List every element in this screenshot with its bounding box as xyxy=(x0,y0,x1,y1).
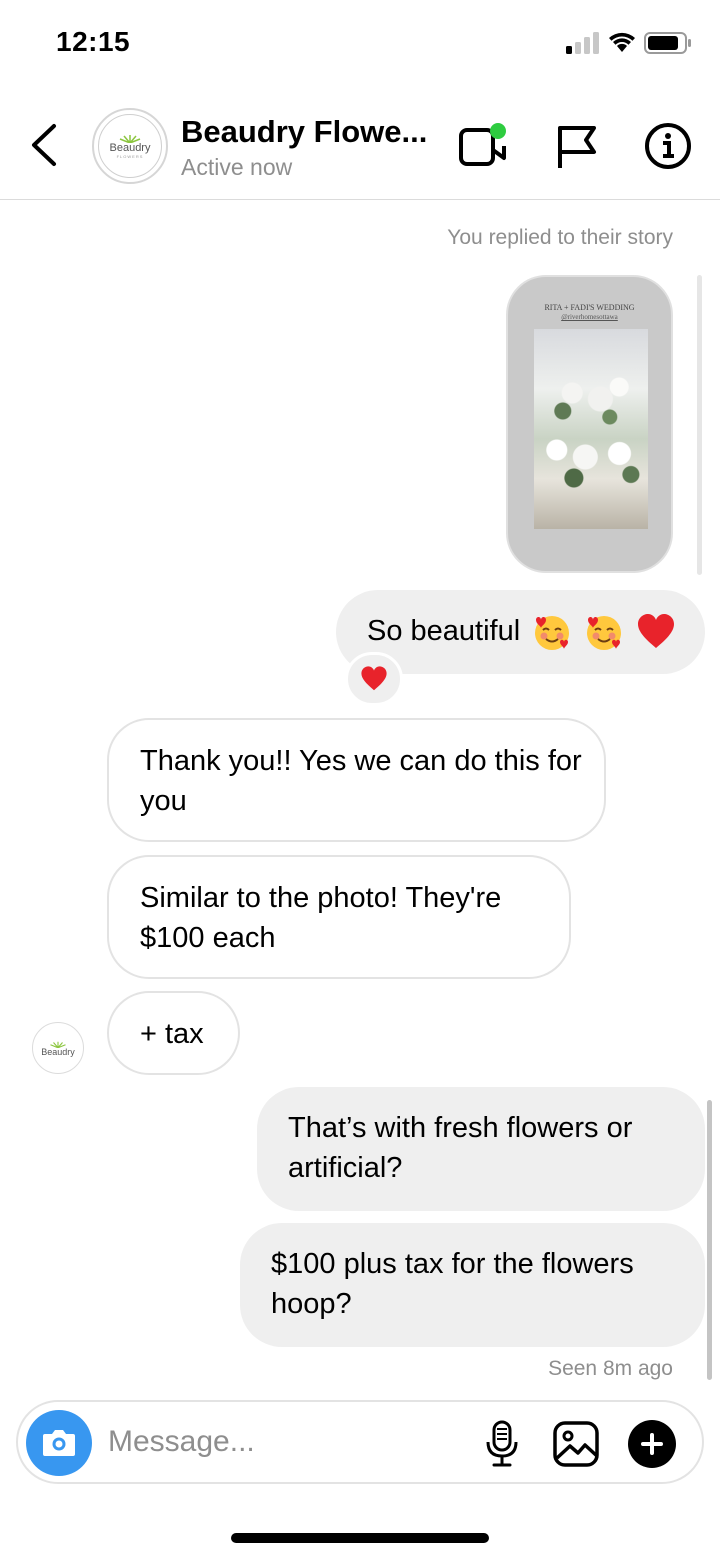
seen-status: Seen 8m ago xyxy=(548,1357,673,1380)
cellular-signal-icon xyxy=(566,32,599,54)
story-photo xyxy=(534,329,648,529)
contact-name[interactable]: Beaudry Flowe... xyxy=(181,114,427,150)
message-bubble-incoming[interactable]: + tax xyxy=(107,991,240,1075)
logo: Beaudry FLOWERS xyxy=(98,114,162,178)
scrollbar-track xyxy=(697,275,702,575)
logo-text: Beaudry xyxy=(109,142,151,154)
status-time: 12:15 xyxy=(56,26,131,57)
info-icon[interactable] xyxy=(644,122,692,170)
plus-button[interactable] xyxy=(628,1420,676,1468)
message-text: $100 plus tax for the flowers hoop? xyxy=(271,1248,634,1320)
story-handle: @riverhomesottawa xyxy=(561,313,618,321)
flag-icon[interactable] xyxy=(556,124,598,170)
message-text: Similar to the photo! They're $100 each xyxy=(140,882,502,954)
wifi-icon xyxy=(609,32,635,52)
story-thumbnail[interactable]: RITA + FADI'S WEDDING @riverhomesottawa xyxy=(506,275,673,573)
plus-icon xyxy=(641,1433,663,1455)
sender-avatar[interactable]: Beaudry xyxy=(32,1022,84,1074)
message-text: + tax xyxy=(140,1018,204,1050)
message-bubble-incoming[interactable]: Thank you!! Yes we can do this for you xyxy=(107,718,606,842)
logo-subtext: FLOWERS xyxy=(116,154,144,159)
message-bubble-outgoing[interactable]: $100 plus tax for the flowers hoop? xyxy=(240,1223,705,1347)
video-call-icon[interactable] xyxy=(458,122,510,168)
smiling-face-with-hearts-icon xyxy=(587,616,622,651)
message-bubble-outgoing[interactable]: That’s with fresh flowers or artificial? xyxy=(257,1087,705,1211)
camera-button[interactable] xyxy=(26,1410,92,1476)
back-chevron-icon[interactable] xyxy=(26,122,66,168)
message-composer xyxy=(16,1400,704,1484)
story-title: RITA + FADI'S WEDDING xyxy=(544,303,635,312)
message-reaction[interactable] xyxy=(345,652,403,706)
message-text: So beautiful xyxy=(367,615,521,647)
gallery-icon[interactable] xyxy=(552,1420,600,1468)
message-text: Thank you!! Yes we can do this for you xyxy=(140,745,582,817)
active-status: Active now xyxy=(181,154,293,180)
red-heart-icon xyxy=(638,614,675,649)
camera-icon xyxy=(43,1430,75,1456)
story-reply-caption: You replied to their story xyxy=(447,226,673,249)
logo-text: Beaudry xyxy=(41,1046,75,1057)
chat-header: Beaudry FLOWERS Beaudry Flowe... Active … xyxy=(0,88,720,200)
red-heart-icon xyxy=(361,666,387,691)
battery-icon xyxy=(644,32,691,54)
message-input[interactable] xyxy=(108,1422,468,1462)
scrollbar-thumb[interactable] xyxy=(707,1100,712,1380)
smiling-face-with-hearts-icon xyxy=(535,616,570,651)
contact-avatar[interactable]: Beaudry FLOWERS xyxy=(92,108,168,184)
message-bubble-incoming[interactable]: Similar to the photo! They're $100 each xyxy=(107,855,571,979)
home-indicator[interactable] xyxy=(231,1533,489,1543)
message-text: That’s with fresh flowers or artificial? xyxy=(288,1112,633,1184)
status-bar: 12:15 xyxy=(0,0,720,88)
microphone-icon[interactable] xyxy=(484,1420,520,1468)
